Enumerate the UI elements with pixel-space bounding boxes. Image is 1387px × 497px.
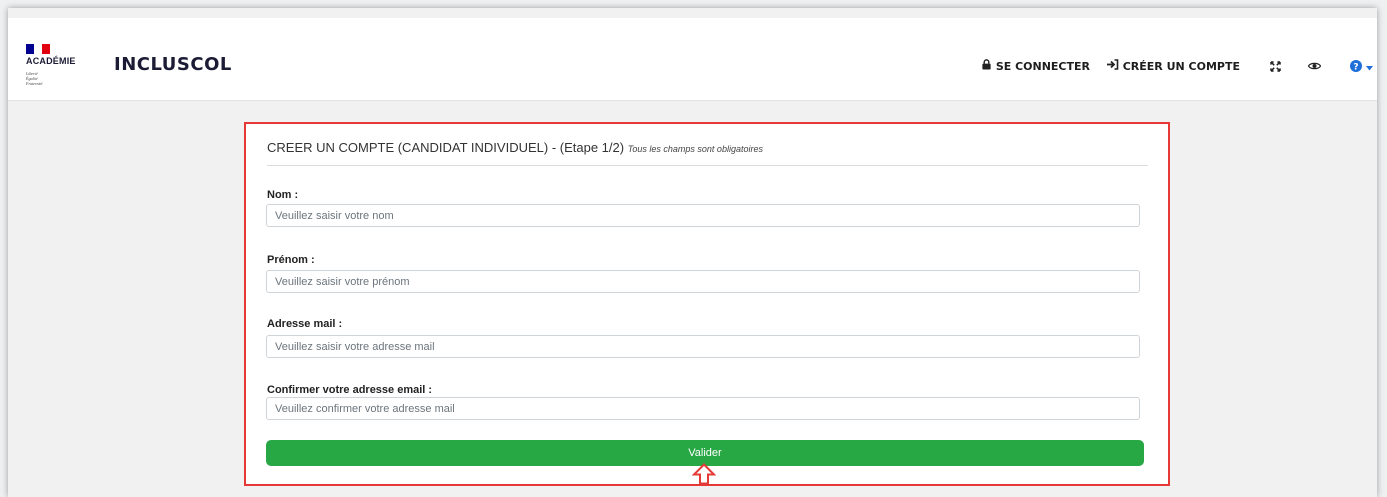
confirm-email-input[interactable] — [266, 397, 1140, 420]
fullscreen-button[interactable] — [1270, 61, 1281, 75]
top-header: ACADÉMIE Liberté Égalité Fraternité INCL… — [8, 18, 1377, 101]
email-input[interactable] — [266, 335, 1140, 358]
french-flag-icon — [26, 44, 50, 54]
nom-label: Nom : — [267, 189, 299, 201]
up-arrow-icon — [692, 463, 716, 485]
email-label: Adresse mail : — [267, 318, 343, 330]
app-title[interactable]: INCLUSCOL — [114, 54, 232, 75]
create-account-link[interactable]: CRÉER UN COMPTE — [1106, 59, 1240, 73]
nom-input[interactable] — [266, 204, 1140, 227]
lock-icon — [981, 59, 992, 73]
browser-frame: ACADÉMIE Liberté Égalité Fraternité INCL… — [8, 8, 1377, 497]
motto: Liberté Égalité Fraternité — [26, 71, 86, 86]
prenom-label: Prénom : — [267, 254, 315, 266]
form-title-text: CREER UN COMPTE (CANDIDAT INDIVIDUEL) - — [267, 140, 560, 155]
svg-text:?: ? — [1353, 62, 1358, 72]
accessibility-view-button[interactable] — [1307, 61, 1322, 74]
prenom-input[interactable] — [266, 270, 1140, 293]
logo-text: ACADÉMIE — [26, 56, 76, 66]
create-account-label: CRÉER UN COMPTE — [1122, 59, 1240, 73]
academie-logo[interactable]: ACADÉMIE Liberté Égalité Fraternité — [26, 44, 86, 102]
expand-icon — [1270, 61, 1281, 75]
chevron-down-icon — [1366, 61, 1373, 74]
confirm-email-label: Confirmer votre adresse email : — [267, 384, 433, 396]
eye-icon — [1307, 61, 1322, 74]
help-icon: ? — [1350, 60, 1362, 75]
motto-fraternite: Fraternité — [26, 81, 43, 86]
form-title: CREER UN COMPTE (CANDIDAT INDIVIDUEL) - … — [267, 140, 1148, 166]
form-required-note: Tous les champs sont obligatoires — [627, 144, 763, 154]
sign-in-icon — [1106, 59, 1119, 73]
login-link[interactable]: SE CONNECTER — [981, 59, 1090, 73]
form-step: (Etape 1/2) — [559, 140, 625, 155]
login-label: SE CONNECTER — [995, 59, 1090, 73]
create-account-form-panel: CREER UN COMPTE (CANDIDAT INDIVIDUEL) - … — [244, 122, 1170, 486]
help-menu[interactable]: ? — [1350, 60, 1373, 75]
